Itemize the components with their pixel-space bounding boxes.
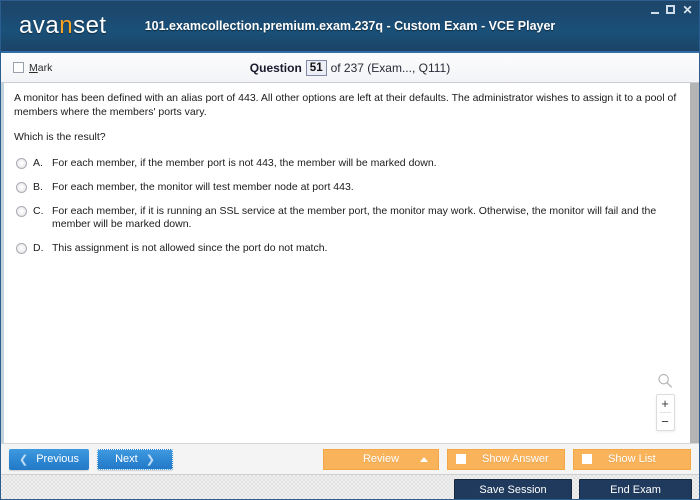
option-text: For each member, if it is running an SSL… [52,205,657,230]
save-session-button[interactable]: Save Session [454,478,572,499]
end-exam-button[interactable]: End Exam [579,478,692,499]
answer-option-c[interactable]: C. For each member, if it is running an … [16,205,689,231]
radio-icon[interactable] [16,243,27,254]
logo-text-accent: n [59,12,74,39]
radio-icon[interactable] [16,182,27,193]
zoom-out-button[interactable]: − [657,413,674,430]
mark-accel-letter: M [29,61,38,74]
show-list-button[interactable]: Show List [573,448,691,470]
magnifier-icon[interactable] [656,372,674,390]
radio-icon[interactable] [16,206,27,217]
option-text: For each member, the monitor will test m… [52,181,354,193]
answer-option-b[interactable]: B. For each member, the monitor will tes… [16,181,689,194]
avanset-logo: avanset [19,12,107,40]
chevron-right-icon: ❯ [145,453,155,466]
window-controls: ✕ [651,4,693,16]
mark-label: Mark [29,62,52,74]
question-number-box[interactable]: 51 [305,59,327,76]
next-button[interactable]: Next ❯ [97,448,173,470]
option-letter: C. [33,205,44,217]
question-paragraph-2: Which is the result? [14,131,106,143]
action-toolbar: ❮ Previous Next ❯ Review Show Answer Sho… [1,443,699,474]
question-header-bar: Mark Question 51 of 237 (Exam..., Q111) [1,53,699,83]
maximize-icon[interactable] [666,5,675,14]
option-text: This assignment is not allowed since the… [52,242,328,254]
vertical-scrollbar[interactable] [690,83,699,443]
previous-button-label: Previous [36,453,79,465]
zoom-in-button[interactable]: + [657,395,674,412]
show-list-button-label: Show List [608,453,656,465]
question-content-area: A monitor has been defined with an alias… [1,83,699,443]
mark-checkbox-box[interactable] [13,62,24,73]
option-letter: B. [33,181,43,193]
mark-rest-text: ark [37,61,53,74]
question-stem: A monitor has been defined with an alias… [4,83,699,144]
status-bar: Save Session End Exam [1,474,699,499]
logo-text-a: ava [19,12,60,39]
next-button-label: Next [115,453,138,465]
checkbox-icon[interactable] [456,454,466,464]
minimize-icon[interactable] [651,6,659,14]
chevron-left-icon: ❮ [18,453,29,466]
caret-up-icon [420,456,428,462]
question-paragraph-1: A monitor has been defined with an alias… [14,92,677,118]
zoom-widget: + − [655,372,675,431]
mark-checkbox[interactable]: Mark [13,62,52,74]
review-button[interactable]: Review [323,448,439,470]
option-text: For each member, if the member port is n… [52,157,437,169]
title-bar: avanset 101.examcollection.premium.exam.… [1,1,699,53]
zoom-button-group: + − [655,394,675,431]
previous-button[interactable]: ❮ Previous [9,448,89,470]
question-total-text: of 237 (Exam..., Q111) [330,60,451,75]
show-answer-button[interactable]: Show Answer [447,448,565,470]
session-actions-group: Save Session End Exam [454,478,692,499]
review-button-label: Review [362,453,400,465]
answer-options-list: A. For each member, if the member port i… [4,155,699,255]
answer-option-a[interactable]: A. For each member, if the member port i… [16,157,689,170]
close-icon[interactable]: ✕ [682,4,693,16]
answer-option-d[interactable]: D. This assignment is not allowed since … [16,242,689,255]
question-counter: Question 51 of 237 (Exam..., Q111) [1,59,699,76]
review-actions-group: Review Show Answer Show List [323,448,691,470]
show-answer-button-label: Show Answer [482,453,549,465]
vce-player-window: avanset 101.examcollection.premium.exam.… [0,0,700,500]
checkbox-icon[interactable] [582,454,592,464]
option-letter: D. [33,242,44,254]
logo-text-b: set [73,12,107,39]
radio-icon[interactable] [16,158,27,169]
option-letter: A. [33,157,43,169]
question-label: Question [249,60,302,75]
